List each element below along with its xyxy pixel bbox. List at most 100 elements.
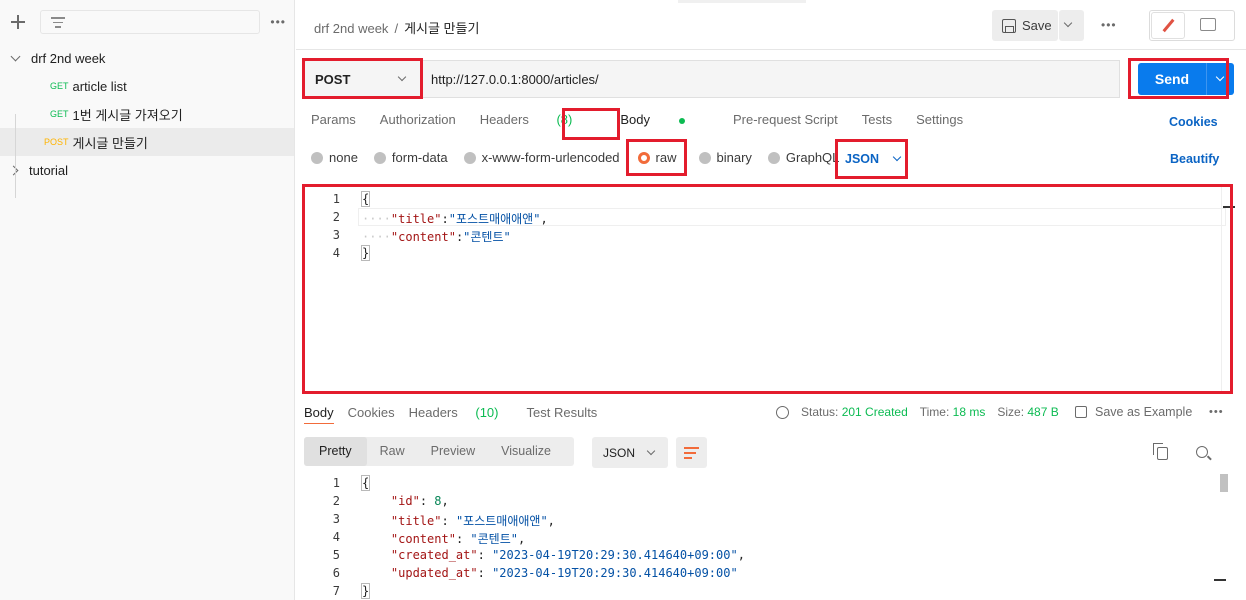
radio-icon xyxy=(311,151,323,164)
code-line: ····"content":"콘텐트" xyxy=(362,230,511,244)
line-number: 3 xyxy=(332,512,340,526)
tree-guide-line xyxy=(15,114,16,198)
view-pretty[interactable]: Pretty xyxy=(304,437,367,466)
status-dot-icon xyxy=(678,117,685,124)
collection-tutorial[interactable]: tutorial xyxy=(0,156,294,184)
body-type-graphql[interactable]: GraphQL xyxy=(767,150,839,165)
save-icon xyxy=(1075,406,1087,418)
response-scrollbar[interactable] xyxy=(1220,474,1228,492)
time-label: Time: xyxy=(919,405,950,419)
json-value: "2023-04-19T20:29:30.414640+09:00" xyxy=(492,566,738,580)
json-key: "title" xyxy=(390,212,442,226)
view-preview[interactable]: Preview xyxy=(418,437,488,466)
save-as-example-button[interactable]: Save as Example xyxy=(1075,405,1192,419)
chevron-down-icon[interactable] xyxy=(1215,72,1225,82)
body-type-raw[interactable]: raw xyxy=(637,150,677,165)
json-punct: , xyxy=(540,212,548,226)
code-line: "content": "콘텐트", xyxy=(390,532,526,546)
chevron-down-icon[interactable] xyxy=(10,51,21,62)
collection-drf-2nd-week[interactable]: drf 2nd week xyxy=(0,44,294,72)
json-value: "2023-04-19T20:29:30.414640+09:00" xyxy=(492,548,738,562)
beautify-button[interactable]: Beautify xyxy=(1170,152,1219,166)
response-tab-body[interactable]: Body xyxy=(304,405,334,424)
request-item[interactable]: GET 1번 게시글 가져오기 xyxy=(0,100,294,128)
line-number: 4 xyxy=(332,246,340,260)
send-button[interactable]: Send xyxy=(1138,63,1234,95)
body-type-none[interactable]: none xyxy=(311,150,358,165)
save-options-button[interactable] xyxy=(1059,10,1084,41)
cookies-link[interactable]: Cookies xyxy=(1169,115,1218,129)
request-item-active[interactable]: POST 게시글 만들기 xyxy=(0,128,294,156)
radio-icon xyxy=(463,151,476,164)
filter-input[interactable] xyxy=(39,10,261,34)
tab-body[interactable]: Body xyxy=(620,112,709,134)
response-tab-cookies[interactable]: Cookies xyxy=(348,405,395,424)
comment-icon[interactable] xyxy=(1186,11,1230,40)
url-input[interactable]: http://127.0.0.1:8000/articles/ xyxy=(422,60,1120,98)
copy-icon[interactable] xyxy=(1153,443,1168,460)
save-label: Save xyxy=(1022,18,1052,33)
tab-settings[interactable]: Settings xyxy=(916,112,963,134)
method-select[interactable]: POST xyxy=(304,60,422,98)
tab-params[interactable]: Params xyxy=(311,112,356,134)
view-visualize[interactable]: Visualize xyxy=(488,437,564,466)
json-value: "콘텐트" xyxy=(470,532,518,546)
body-format-select[interactable]: JSON xyxy=(845,152,902,166)
pencil-icon[interactable] xyxy=(1151,12,1185,39)
code-line: } xyxy=(360,583,371,599)
tab-headers[interactable]: Headers (8) xyxy=(480,112,597,134)
request-name: article list xyxy=(72,78,127,94)
tab-pre-request-script[interactable]: Pre-request Script xyxy=(733,112,838,134)
radio-icon xyxy=(373,151,386,164)
body-type-form-data[interactable]: form-data xyxy=(373,150,448,165)
response-more-icon[interactable]: ••• xyxy=(1209,406,1224,418)
response-body-viewer[interactable]: 1 { 2 "id": 8, 3 "title": "포스트매애애앤", 4 "… xyxy=(304,474,1228,600)
collection-name: drf 2nd week xyxy=(31,50,106,66)
breadcrumb: drf 2nd week / 게시글 만들기 xyxy=(314,18,479,37)
response-tab-test-results[interactable]: Test Results xyxy=(527,405,598,424)
method-badge: GET xyxy=(50,81,69,91)
json-value: "포스트매애애앤" xyxy=(455,514,548,528)
request-tabs: Params Authorization Headers (8) Body Pr… xyxy=(311,112,987,134)
body-type-binary[interactable]: binary xyxy=(698,150,752,165)
json-key: "content" xyxy=(390,532,456,546)
save-button[interactable]: Save xyxy=(992,10,1058,41)
breadcrumb-collection[interactable]: drf 2nd week xyxy=(314,21,388,36)
globe-icon[interactable] xyxy=(776,405,789,419)
line-number: 7 xyxy=(332,584,340,598)
breadcrumb-separator: / xyxy=(394,21,399,36)
sidebar-more-icon[interactable]: ••• xyxy=(270,15,286,29)
request-name: 게시글 만들기 xyxy=(72,135,148,151)
wrap-lines-icon[interactable] xyxy=(676,437,707,468)
json-key: "updated_at" xyxy=(390,566,478,580)
breadcrumb-request[interactable]: 게시글 만들기 xyxy=(404,21,479,36)
body-type-label: raw xyxy=(655,150,677,165)
code-line: "title": "포스트매애애앤", xyxy=(390,514,555,528)
scroll-marker xyxy=(1214,579,1226,581)
request-item[interactable]: GET article list xyxy=(0,72,294,100)
chevron-down-icon xyxy=(397,72,407,82)
body-type-urlencoded[interactable]: x-www-form-urlencoded xyxy=(463,150,620,165)
response-format-select[interactable]: JSON xyxy=(592,437,668,468)
size-value: 487 B xyxy=(1027,405,1059,419)
request-name: 1번 게시글 가져오기 xyxy=(72,107,183,123)
status-label: Status: xyxy=(801,405,839,419)
radio-selected-icon xyxy=(637,151,650,164)
search-icon[interactable] xyxy=(1196,446,1208,458)
line-number: 4 xyxy=(332,530,340,544)
method-value: POST xyxy=(315,71,351,87)
line-number: 2 xyxy=(332,494,340,508)
request-body-editor[interactable]: 1 { 2 ····"title":"포스트매애애앤", 3 ····"cont… xyxy=(304,186,1235,392)
tab-headers-label: Headers xyxy=(479,112,529,127)
view-raw[interactable]: Raw xyxy=(367,437,418,466)
plus-icon[interactable] xyxy=(10,14,26,30)
json-key: "title" xyxy=(390,514,442,528)
request-header: drf 2nd week / 게시글 만들기 Save ••• xyxy=(296,0,1246,50)
tab-tests[interactable]: Tests xyxy=(862,112,892,134)
code-line: ····"title":"포스트매애애앤", xyxy=(362,212,548,226)
response-tab-headers[interactable]: Headers (10) xyxy=(409,405,513,424)
editor-scrollbar[interactable] xyxy=(1221,186,1235,392)
chevron-right-icon[interactable] xyxy=(8,165,19,175)
tab-authorization[interactable]: Authorization xyxy=(380,112,456,134)
more-icon[interactable]: ••• xyxy=(1101,18,1117,32)
